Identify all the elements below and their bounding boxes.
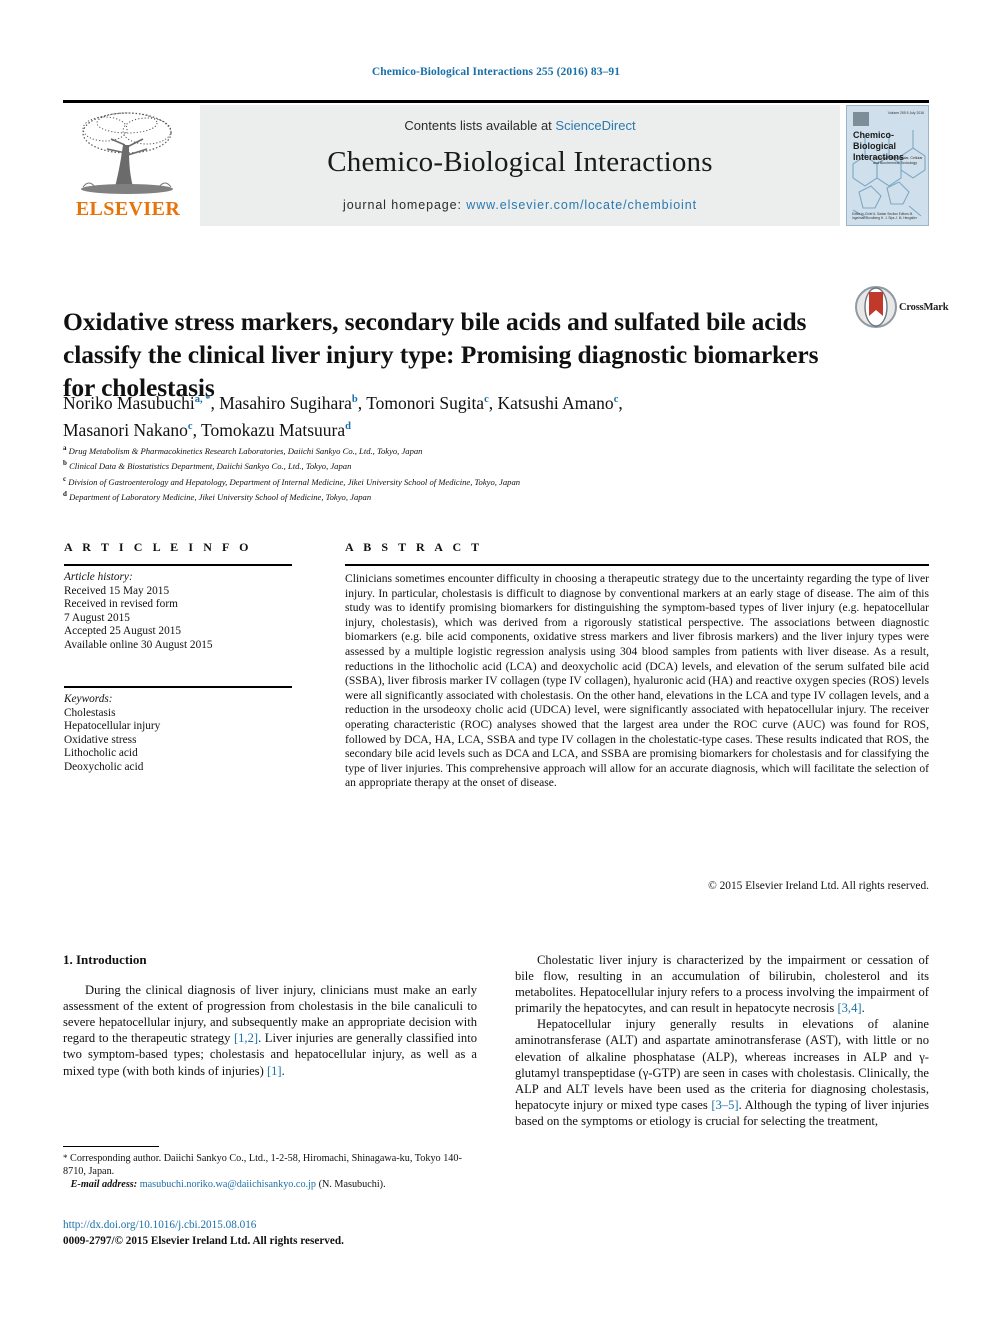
affiliation-item: b Clinical Data & Biostatistics Departme… xyxy=(63,457,893,472)
article-page: Chemico-Biological Interactions 255 (201… xyxy=(0,0,992,1323)
citation-ref[interactable]: [1,2] xyxy=(234,1031,258,1045)
body-column-right: Cholestatic liver injury is characterize… xyxy=(515,952,929,1129)
abstract-copyright: © 2015 Elsevier Ireland Ltd. All rights … xyxy=(708,880,929,892)
affiliation-text: Department of Laboratory Medicine, Jikei… xyxy=(69,492,372,503)
crossmark-icon xyxy=(855,286,897,328)
keyword-list: Keywords: Cholestasis Hepatocellular inj… xyxy=(64,693,299,775)
contents-prefix: Contents lists available at xyxy=(404,118,556,133)
affiliation-mark: d xyxy=(63,490,67,499)
author-name: Katsushi Amano xyxy=(497,392,614,413)
affiliation-item: a Drug Metabolism & Pharmacokinetics Res… xyxy=(63,442,893,457)
doi-link[interactable]: http://dx.doi.org/10.1016/j.cbi.2015.08.… xyxy=(63,1219,256,1231)
elsevier-wordmark: ELSEVIER xyxy=(75,198,181,220)
article-history-item: Available online 30 August 2015 xyxy=(64,638,213,651)
journal-homepage-line: journal homepage: www.elsevier.com/locat… xyxy=(200,198,840,212)
paragraph-text: . xyxy=(281,1063,285,1078)
keyword-item: Lithocholic acid xyxy=(64,747,138,760)
paragraph-text: . xyxy=(861,1001,865,1016)
article-history: Article history: Received 15 May 2015 Re… xyxy=(64,571,299,653)
keyword-item: Cholestasis xyxy=(64,706,116,719)
cover-journal-subtitle: A Journal of Molecular, Cellular and Bio… xyxy=(873,156,923,165)
article-info-heading: A R T I C L E I N F O xyxy=(64,540,253,554)
author-name: Tomokazu Matsuura xyxy=(201,419,346,440)
abstract-rule-top xyxy=(345,564,929,566)
article-info-rule-top xyxy=(64,564,292,566)
article-info-rule-mid xyxy=(64,686,292,688)
author-marks: c xyxy=(484,394,489,405)
elsevier-tree-icon xyxy=(81,112,173,194)
author-marks: c xyxy=(613,394,619,405)
cover-elsevier-mark xyxy=(853,112,869,126)
sciencedirect-link[interactable]: ScienceDirect xyxy=(555,118,635,133)
author-list: Noriko Masubuchia, *, Masahiro Sugiharab… xyxy=(63,392,623,440)
journal-title: Chemico-Biological Interactions xyxy=(327,146,713,178)
cover-volume-info: Volume 255 5 July 2016 xyxy=(887,111,924,115)
homepage-prefix: journal homepage: xyxy=(343,198,467,212)
keyword-item: Oxidative stress xyxy=(64,733,137,746)
journal-masthead: ELSEVIER Contents lists available at Sci… xyxy=(63,100,929,226)
affiliation-mark: a xyxy=(63,444,67,452)
footnote-block: * Corresponding author. Daiichi Sankyo C… xyxy=(63,1152,477,1191)
affiliation-text: Drug Metabolism & Pharmacokinetics Resea… xyxy=(68,445,423,456)
author-name: Noriko Masubuchi xyxy=(63,392,195,413)
affiliation-text: Clinical Data & Biostatistics Department… xyxy=(69,461,352,472)
author-marks: a, * xyxy=(194,394,211,405)
masthead-top-rule xyxy=(63,100,929,103)
author-marks: b xyxy=(351,394,358,405)
issn-copyright-line: 0009-2797/© 2015 Elsevier Ireland Ltd. A… xyxy=(63,1235,344,1247)
running-head: Chemico-Biological Interactions 255 (201… xyxy=(371,66,621,78)
masthead-band: Contents lists available at ScienceDirec… xyxy=(200,105,840,226)
keyword-item: Hepatocellular injury xyxy=(64,720,161,733)
article-history-item: Received 15 May 2015 xyxy=(64,584,170,597)
cover-editors: Editor-in-Chief A. Sarkar Section Editor… xyxy=(852,211,917,220)
affiliation-list: a Drug Metabolism & Pharmacokinetics Res… xyxy=(63,442,893,504)
citation-ref[interactable]: [3–5] xyxy=(711,1098,738,1112)
paragraph: Hepatocellular injury generally results … xyxy=(515,1016,929,1129)
article-history-item: Received in revised form xyxy=(64,598,178,611)
affiliation-item: c Division of Gastroenterology and Hepat… xyxy=(63,473,893,488)
footnote-rule xyxy=(63,1146,159,1147)
affiliation-item: d Department of Laboratory Medicine, Jik… xyxy=(63,488,893,503)
citation-ref[interactable]: [3,4] xyxy=(837,1001,861,1015)
section-heading-introduction: 1. Introduction xyxy=(63,952,147,967)
author-marks: c xyxy=(187,420,193,432)
affiliation-text: Division of Gastroenterology and Hepatol… xyxy=(68,476,521,487)
email-suffix: (N. Masubuchi). xyxy=(316,1179,386,1190)
body-column-left: 1. Introduction During the clinical diag… xyxy=(63,952,477,1079)
citation-ref[interactable]: [1] xyxy=(267,1064,282,1078)
affiliation-mark: b xyxy=(63,459,67,468)
journal-homepage-link[interactable]: www.elsevier.com/locate/chembioint xyxy=(466,198,697,212)
paragraph: Cholestatic liver injury is characterize… xyxy=(515,952,929,1016)
paragraph-text: Cholestatic liver injury is characterize… xyxy=(515,953,929,1016)
elsevier-logo: ELSEVIER xyxy=(63,105,193,226)
contents-available-line: Contents lists available at ScienceDirec… xyxy=(200,118,840,133)
article-history-item: Accepted 25 August 2015 xyxy=(64,625,182,638)
abstract-text: Clinicians sometimes encounter difficult… xyxy=(345,572,929,790)
author-marks: d xyxy=(345,420,351,432)
affiliation-mark: c xyxy=(63,474,67,483)
article-history-item: 7 August 2015 xyxy=(64,611,130,624)
paragraph: During the clinical diagnosis of liver i… xyxy=(63,982,477,1079)
email-label: E-mail address: xyxy=(70,1179,138,1190)
article-history-label: Article history: xyxy=(64,571,133,583)
crossmark-label: CrossMark xyxy=(899,302,949,313)
author-name: Masahiro Sugihara xyxy=(219,392,352,413)
author-name: Masanori Nakano xyxy=(63,419,188,440)
email-link[interactable]: masubuchi.noriko.wa@daiichisankyo.co.jp xyxy=(140,1179,316,1190)
corresponding-author-text: Corresponding author. Daiichi Sankyo Co.… xyxy=(63,1153,462,1177)
keywords-label: Keywords: xyxy=(64,693,113,705)
journal-cover-thumbnail[interactable]: Volume 255 5 July 2016 Chemico-Biologica… xyxy=(846,105,929,226)
abstract-heading: A B S T R A C T xyxy=(345,540,483,554)
crossmark-badge[interactable]: CrossMark xyxy=(855,286,949,330)
keyword-item: Deoxycholic acid xyxy=(64,760,144,773)
author-name: Tomonori Sugita xyxy=(366,392,485,413)
